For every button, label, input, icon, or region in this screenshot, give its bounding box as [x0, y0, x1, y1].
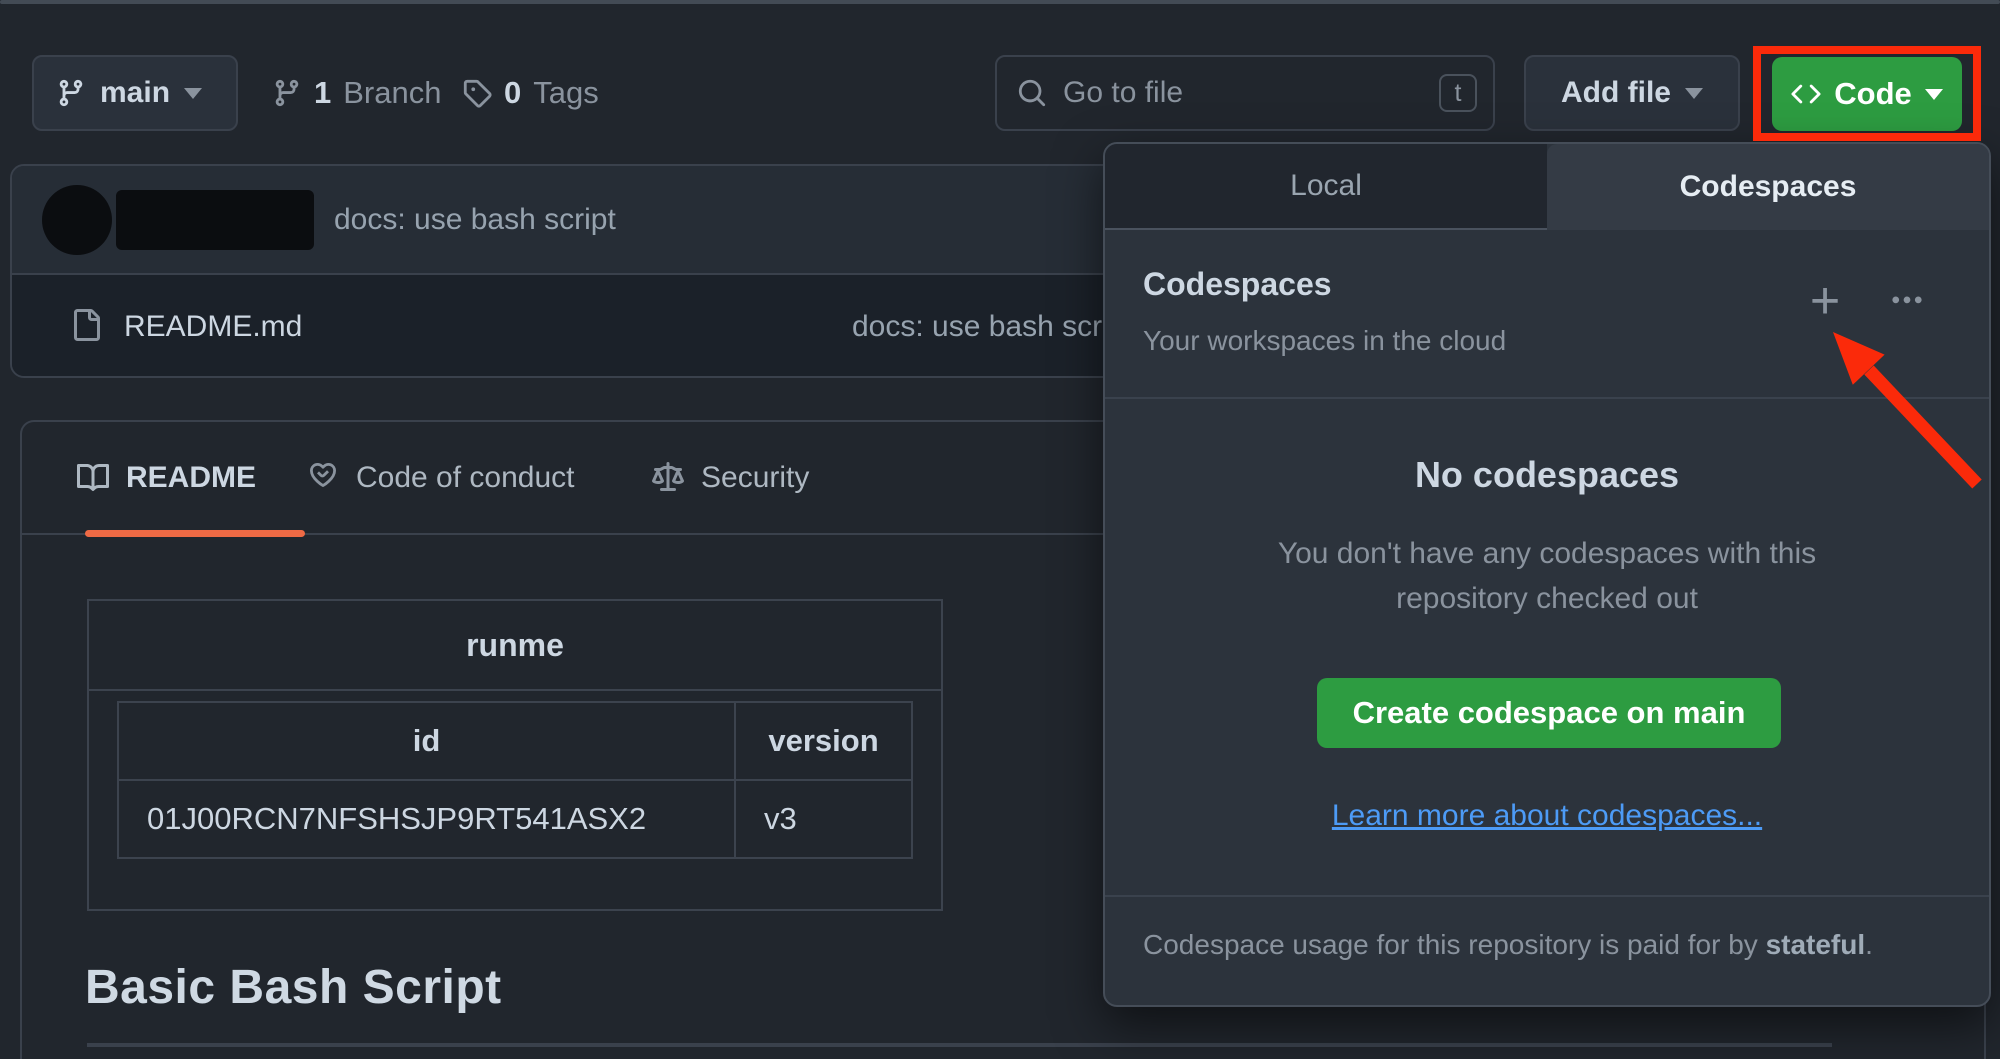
tab-codespaces[interactable]: Codespaces [1547, 144, 1989, 230]
codespaces-header: Codespaces Your workspaces in the cloud … [1105, 230, 1989, 399]
chevron-down-icon [1685, 88, 1703, 99]
table-title-cell: runme [89, 601, 941, 691]
codespaces-options-button[interactable] [1879, 273, 1935, 329]
column-header-id: id [118, 702, 735, 780]
panel-divider [1105, 397, 1989, 399]
branch-count: 1 [314, 75, 331, 111]
column-header-version: version [735, 702, 912, 780]
plus-icon: + [1810, 275, 1840, 327]
active-tab-underline [85, 530, 305, 537]
tab-readme[interactable]: README [77, 422, 256, 533]
codespace-usage-footer: Codespace usage for this repository is p… [1143, 929, 1953, 961]
search-icon [1017, 78, 1047, 108]
book-icon [77, 462, 109, 494]
add-file-button[interactable]: Add file [1524, 55, 1740, 131]
tags-summary[interactable]: 0 Tags [462, 73, 599, 113]
tab-security-label: Security [701, 461, 809, 495]
tab-code-of-conduct-label: Code of conduct [356, 461, 574, 495]
branch-selector-button[interactable]: main [32, 55, 238, 131]
top-divider [0, 0, 2000, 4]
go-to-file-input[interactable] [1063, 76, 1423, 110]
readme-heading: Basic Bash Script [85, 960, 502, 1015]
chevron-down-icon [184, 88, 202, 99]
panel-tab-list: Local Codespaces [1105, 144, 1989, 230]
avatar[interactable] [42, 185, 112, 255]
law-icon [652, 462, 684, 494]
create-codespace-button[interactable]: Create codespace on main [1317, 678, 1781, 748]
new-codespace-button[interactable]: + [1797, 273, 1853, 329]
git-branch-icon [272, 78, 302, 108]
billing-org-name: stateful [1766, 929, 1866, 960]
codespaces-title: Codespaces [1143, 266, 1332, 303]
file-icon [70, 309, 102, 341]
add-file-label: Add file [1561, 76, 1671, 110]
empty-state-text-line1: You don't have any codespaces with this [1105, 537, 1989, 571]
frontmatter-inner-table: id version 01J00RCN7NFSHSJP9RT541ASX2 v3 [117, 701, 913, 859]
tab-codespaces-label: Codespaces [1680, 170, 1857, 204]
tag-count-label: Tags [533, 75, 598, 111]
chevron-down-icon [1925, 89, 1943, 100]
code-dropdown-panel: Local Codespaces Codespaces Your workspa… [1103, 142, 1991, 1007]
tag-count: 0 [504, 75, 521, 111]
heading-divider [87, 1043, 1832, 1047]
cell-id-value: 01J00RCN7NFSHSJP9RT541ASX2 [118, 780, 735, 858]
tag-icon [462, 78, 492, 108]
panel-divider [1105, 895, 1989, 897]
branch-count-label: Branch [343, 75, 441, 111]
code-icon [1791, 79, 1821, 109]
file-name[interactable]: README.md [124, 275, 302, 378]
learn-more-link[interactable]: Learn more about codespaces... [1105, 799, 1989, 833]
kebab-icon [1889, 283, 1925, 319]
branches-summary[interactable]: 1 Branch [272, 73, 441, 113]
current-branch-label: main [100, 76, 170, 110]
tab-local-label: Local [1290, 169, 1362, 203]
tab-local[interactable]: Local [1105, 144, 1547, 230]
table-row: 01J00RCN7NFSHSJP9RT541ASX2 v3 [118, 780, 912, 858]
code-button[interactable]: Code [1772, 57, 1962, 131]
keyboard-shortcut-hint: t [1439, 74, 1477, 112]
empty-state-text-line2: repository checked out [1105, 582, 1989, 616]
codespaces-subtitle: Your workspaces in the cloud [1143, 325, 1506, 357]
tab-security[interactable]: Security [652, 422, 809, 533]
author-name-redaction [116, 190, 314, 250]
tab-code-of-conduct[interactable]: Code of conduct [307, 422, 574, 533]
go-to-file-search[interactable]: t [995, 55, 1495, 131]
file-commit-message[interactable]: docs: use bash script [852, 275, 1134, 378]
frontmatter-table: runme id version 01J00RCN7NFSHSJP9RT541A… [87, 599, 943, 911]
tab-readme-label: README [126, 461, 256, 495]
code-of-conduct-icon [307, 458, 339, 498]
cell-version-value: v3 [735, 780, 912, 858]
code-button-label: Code [1834, 76, 1912, 112]
commit-message[interactable]: docs: use bash script [334, 166, 616, 273]
git-branch-icon [56, 78, 86, 108]
empty-state-title: No codespaces [1105, 454, 1989, 496]
